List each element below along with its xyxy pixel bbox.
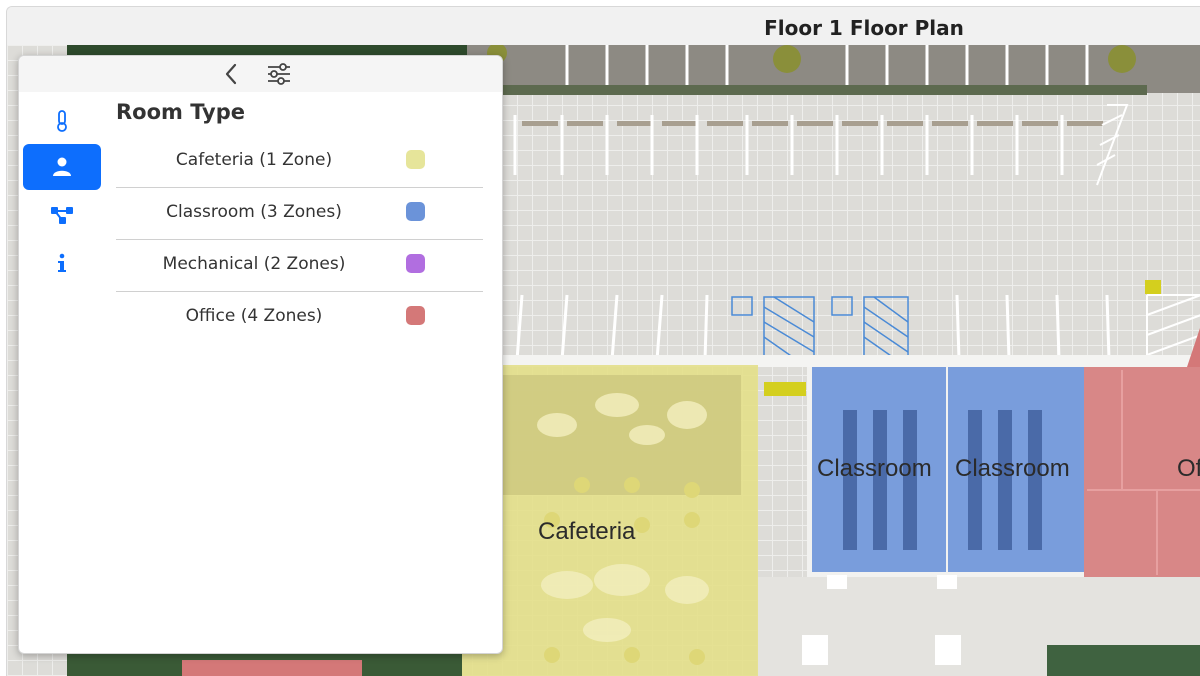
header: Floor 1 Floor Plan [7,7,1200,46]
legend-item-mechanical[interactable]: Mechanical (2 Zones) [116,239,483,292]
chevron-left-icon[interactable] [219,61,245,87]
network-icon [51,207,73,224]
room-label-classroom-1[interactable]: Classroom [817,455,932,483]
sliders-icon[interactable] [265,61,293,87]
rail-thermometer-button[interactable] [23,98,101,144]
legend-label: Classroom (3 Zones) [166,202,342,222]
legend-label: Cafeteria (1 Zone) [175,150,333,170]
room-label-cafeteria[interactable]: Cafeteria [538,518,635,546]
page-title: Floor 1 Floor Plan [764,16,964,40]
person-icon [53,157,71,176]
room-label-office[interactable]: Of [1177,455,1200,483]
info-icon [58,253,66,272]
room-label-classroom-2[interactable]: Classroom [955,455,1070,483]
section-title: Room Type [116,100,246,124]
legend-item-cafeteria[interactable]: Cafeteria (1 Zone) [116,135,483,188]
legend-item-office[interactable]: Office (4 Zones) [116,291,483,343]
legend-swatch [406,306,425,325]
rail-info-button[interactable] [23,240,101,286]
legend-label: Mechanical (2 Zones) [162,254,346,274]
legend-swatch [406,254,425,273]
thermometer-icon [57,110,67,132]
rail-network-button[interactable] [23,192,101,238]
panel-toolbar [19,56,502,92]
side-panel: Room Type Cafeteria (1 Zone) Classroom (… [18,55,503,654]
legend-swatch [406,150,425,169]
rail-person-button[interactable] [23,144,101,190]
legend-swatch [406,202,425,221]
legend-item-classroom[interactable]: Classroom (3 Zones) [116,187,483,240]
legend-label: Office (4 Zones) [185,306,323,326]
